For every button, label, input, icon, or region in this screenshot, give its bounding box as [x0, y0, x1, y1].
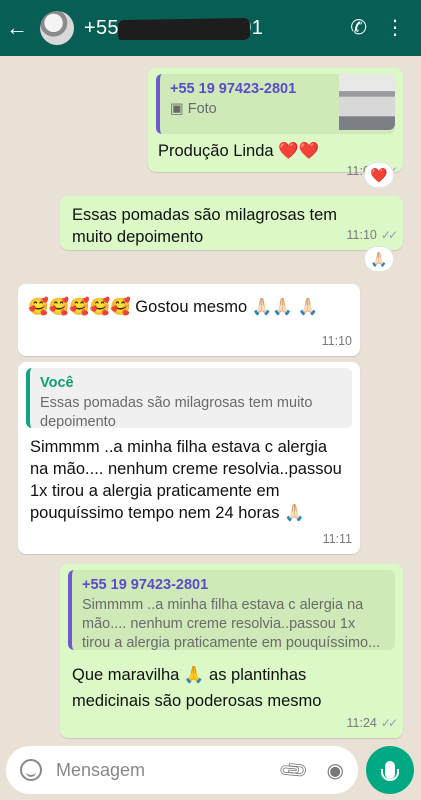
emoji-icon[interactable]	[20, 759, 42, 781]
message-time: 11:24	[346, 716, 377, 730]
quoted-message[interactable]: Você Essas pomadas são milagrosas tem mu…	[26, 368, 352, 430]
paperclip-icon[interactable]: 📎︎	[276, 752, 312, 787]
redaction-mark	[117, 17, 251, 40]
message-outgoing[interactable]: +55 19 97423-2801 Simmmm ..a minha filha…	[60, 564, 403, 738]
message-time: 11:11	[322, 532, 352, 546]
photo-icon: ▣	[170, 101, 184, 117]
composer: 📎︎ ◉	[6, 746, 358, 794]
message-text: Que maravilha 🙏 as plantinhas medicinais…	[72, 666, 322, 710]
chat-header: ← +55 19 97423-2801 ✆︎ ⋮	[0, 0, 421, 56]
microphone-icon	[381, 761, 399, 781]
quoted-message[interactable]: +55 19 97423-2801 Simmmm ..a minha filha…	[68, 570, 395, 651]
message-text: Produção Linda ❤️❤️	[158, 142, 320, 160]
message-meta: 11:09✓✓	[156, 160, 398, 182]
quoted-photo-thumbnail	[339, 74, 395, 130]
message-list: +55 19 97423-2801 ▣ Foto Produção Linda …	[0, 56, 421, 740]
header-actions: ✆︎ ⋮	[350, 18, 405, 38]
message-outgoing[interactable]: +55 19 97423-2801 ▣ Foto Produção Linda …	[148, 68, 403, 178]
arrow-left-icon[interactable]: ←	[6, 17, 36, 39]
contact-name[interactable]: +55 19 97423-2801	[84, 17, 284, 40]
message-time: 11:10	[346, 228, 377, 242]
double-check-icon: ✓✓	[380, 228, 398, 242]
double-check-icon: ✓✓	[380, 716, 398, 730]
camera-icon[interactable]: ◉	[327, 758, 344, 783]
message-input[interactable]	[56, 759, 256, 781]
quote-author: Você	[40, 375, 74, 391]
add-call-icon[interactable]: ✆︎	[350, 18, 367, 38]
quoted-message[interactable]: +55 19 97423-2801 ▣ Foto	[156, 74, 395, 134]
message-meta: 11:24 ✓✓	[346, 712, 398, 734]
quote-text: ▣ Foto	[170, 101, 217, 117]
voice-record-button[interactable]	[366, 746, 414, 794]
reaction-badge[interactable]: ❤️	[364, 162, 394, 188]
message-meta: 11:11	[323, 528, 352, 550]
avatar[interactable]	[40, 11, 74, 45]
message-incoming[interactable]: 🥰🥰🥰🥰🥰 Gostou mesmo 🙏🏻🙏🏻 🙏🏻 11:10	[18, 284, 360, 356]
quote-author: +55 19 97423-2801	[82, 577, 209, 593]
quote-text: Simmmm ..a minha filha estava c alergia …	[82, 597, 381, 651]
message-meta: 11:10 ✓✓	[346, 224, 398, 246]
message-meta: 11:10	[322, 330, 352, 352]
message-incoming[interactable]: Você Essas pomadas são milagrosas tem mu…	[18, 362, 360, 554]
reaction-badge[interactable]: 🙏🏻	[364, 246, 394, 272]
quote-author: +55 19 97423-2801	[170, 81, 297, 97]
message-time: 11:10	[321, 334, 352, 348]
message-outgoing[interactable]: Essas pomadas são milagrosas tem muito d…	[60, 196, 403, 250]
message-text: 🥰🥰🥰🥰🥰 Gostou mesmo 🙏🏻🙏🏻 🙏🏻	[28, 298, 318, 316]
message-text: Simmmm ..a minha filha estava c alergia …	[30, 438, 342, 522]
more-vert-icon[interactable]: ⋮	[385, 18, 405, 38]
quote-text: Essas pomadas são milagrosas tem muito d…	[40, 395, 313, 430]
